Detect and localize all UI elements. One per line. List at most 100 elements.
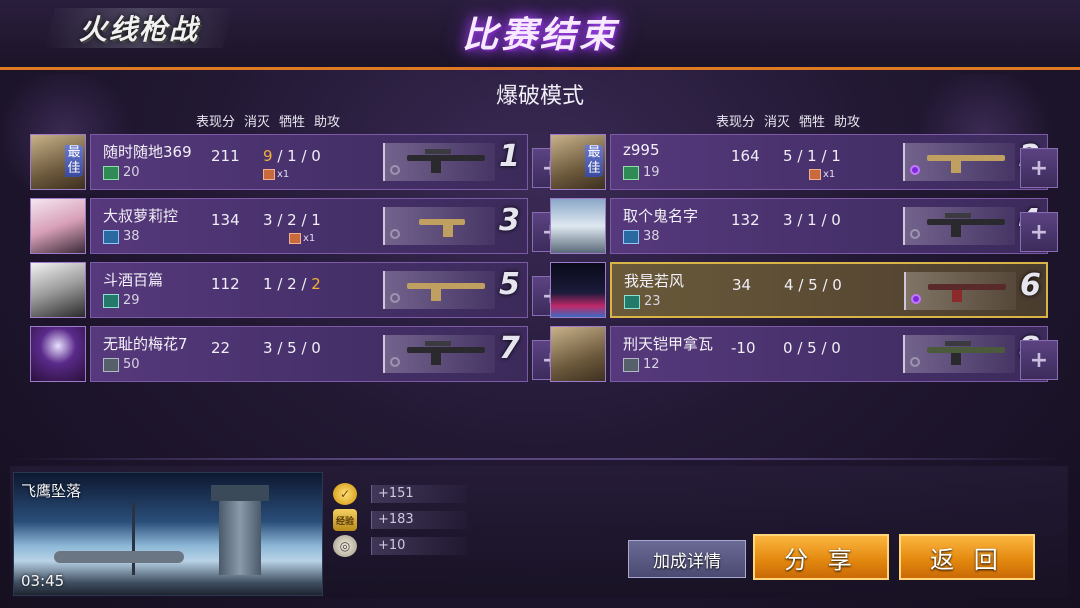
rank-emblem-icon: [623, 166, 639, 180]
smg-icon: [419, 219, 465, 237]
coin-icon: ✓: [333, 483, 357, 505]
weapon-quality-icon: [390, 293, 400, 303]
player-name: 刑天铠甲拿瓦: [623, 335, 714, 353]
player-level: 29: [123, 293, 140, 308]
mvp-badge: 最佳: [65, 145, 83, 177]
left-column-headers: 表现分 消灭 牺牲 助攻: [196, 111, 340, 130]
score-header: 表现分: [716, 115, 756, 130]
weapon-quality-icon: [911, 294, 921, 304]
kills-value: 5: [783, 147, 793, 165]
kill-medal-icon: [289, 233, 301, 244]
back-button[interactable]: 返 回: [899, 534, 1035, 580]
medal-count: x1: [823, 169, 836, 180]
rank-emblem-icon: [103, 294, 119, 308]
player-card[interactable]: 大叔萝莉控 38 134 3 / 2 / 1 x1 3: [90, 198, 528, 254]
player-level: 50: [123, 357, 140, 372]
reward-value: +10: [371, 537, 467, 555]
assault-rifle-icon: [407, 347, 485, 365]
avatar[interactable]: [30, 262, 86, 318]
reward-honor: ◎ +10: [333, 535, 467, 557]
player-card[interactable]: 斗酒百篇 29 112 1 / 2 / 2 5: [90, 262, 528, 318]
avatar[interactable]: 最佳: [550, 134, 606, 190]
kills-value: 3: [783, 211, 793, 229]
deaths-header: 牺牲: [799, 115, 826, 130]
medal: x1: [809, 169, 835, 180]
exp-icon: 经验: [333, 509, 357, 531]
player-card[interactable]: 我是若风 23 34 4 / 5 / 0 6: [610, 262, 1048, 318]
reward-coins: ✓ +151: [333, 483, 467, 505]
kill-medal-icon: [809, 169, 821, 180]
deaths-value: 5: [807, 339, 817, 357]
scope: [945, 213, 971, 218]
medal-count: x1: [277, 169, 290, 180]
player-card[interactable]: 随时随地369 20 211 9 / 1 / 0 x1 1: [90, 134, 528, 190]
player-name: 随时随地369: [103, 143, 192, 161]
avatar[interactable]: [550, 262, 606, 318]
player-name: 取个鬼名字: [623, 207, 699, 225]
avatar[interactable]: [550, 326, 606, 382]
ak-rifle-icon: [927, 155, 1005, 173]
player-name: 无耻的梅花7: [103, 335, 188, 353]
assists-value: 2: [311, 275, 321, 293]
player-level: 38: [123, 229, 140, 244]
avatar[interactable]: 最佳: [30, 134, 86, 190]
triple-kill-medal-icon: [263, 169, 275, 180]
player-kda: 9 / 1 / 0: [263, 147, 321, 165]
top-bar: 火线枪战 比赛结束: [0, 0, 1080, 70]
medal: x1: [289, 233, 315, 244]
assists-header: 助攻: [834, 115, 861, 130]
weapon-quality-icon: [390, 165, 400, 175]
player-card[interactable]: 刑天铠甲拿瓦 12 -10 0 / 5 / 0 8: [610, 326, 1048, 382]
share-button[interactable]: 分 享: [753, 534, 889, 580]
player-level: 19: [643, 165, 660, 180]
player-kda: 0 / 5 / 0: [783, 339, 841, 357]
player-level: 23: [644, 294, 661, 309]
control-tower: [211, 485, 269, 575]
scope: [425, 149, 451, 154]
add-friend-button[interactable]: +: [1020, 340, 1058, 380]
deaths-value: 5: [808, 276, 818, 294]
add-friend-icon: +: [1029, 155, 1049, 181]
kills-value: 9: [263, 147, 273, 165]
assists-value: 0: [831, 339, 841, 357]
rank-emblem-icon: [624, 295, 640, 309]
match-duration: 03:45: [21, 572, 65, 590]
assists-value: 1: [311, 211, 321, 229]
player-score: 164: [731, 147, 760, 165]
player-name: 大叔萝莉控: [103, 207, 179, 225]
sniper-rifle-icon: [407, 155, 485, 173]
bonus-details-button[interactable]: 加成详情: [628, 540, 746, 578]
page-title: 比赛结束: [461, 15, 618, 56]
weapon-slot: [903, 143, 1015, 181]
weapon-slot: [383, 143, 495, 181]
add-friend-button[interactable]: +: [1020, 212, 1058, 252]
avatar[interactable]: [550, 198, 606, 254]
avatar[interactable]: [30, 326, 86, 382]
weapon-slot: [903, 207, 1015, 245]
weapon-quality-icon: [910, 165, 920, 175]
kills-value: 4: [784, 276, 794, 294]
add-friend-button[interactable]: +: [1020, 148, 1058, 188]
kills-value: 3: [263, 339, 273, 357]
add-friend-icon: +: [1029, 219, 1049, 245]
player-card[interactable]: 无耻的梅花7 50 22 3 / 5 / 0 7: [90, 326, 528, 382]
player-score: 112: [211, 275, 240, 293]
player-name: z995: [623, 141, 660, 159]
avatar[interactable]: [30, 198, 86, 254]
scope: [425, 341, 451, 346]
game-mode-label: 爆破模式: [495, 84, 584, 109]
rank-emblem-icon: [103, 230, 119, 244]
weapon-slot: [383, 335, 495, 373]
medal-count: x1: [303, 233, 316, 244]
assists-value: 0: [831, 211, 841, 229]
medal: x1: [263, 169, 289, 180]
player-card[interactable]: 取个鬼名字 38 132 3 / 1 / 0 4: [610, 198, 1048, 254]
player-card[interactable]: z995 19 164 5 / 1 / 1 x1 2: [610, 134, 1048, 190]
kills-value: 1: [263, 275, 273, 293]
player-kda: 1 / 2 / 2: [263, 275, 321, 293]
placement-number: 5: [499, 267, 520, 302]
mvp-badge: 最佳: [585, 145, 603, 177]
scope: [945, 341, 971, 346]
player-score: 134: [211, 211, 240, 229]
player-kda: 4 / 5 / 0: [784, 276, 842, 294]
